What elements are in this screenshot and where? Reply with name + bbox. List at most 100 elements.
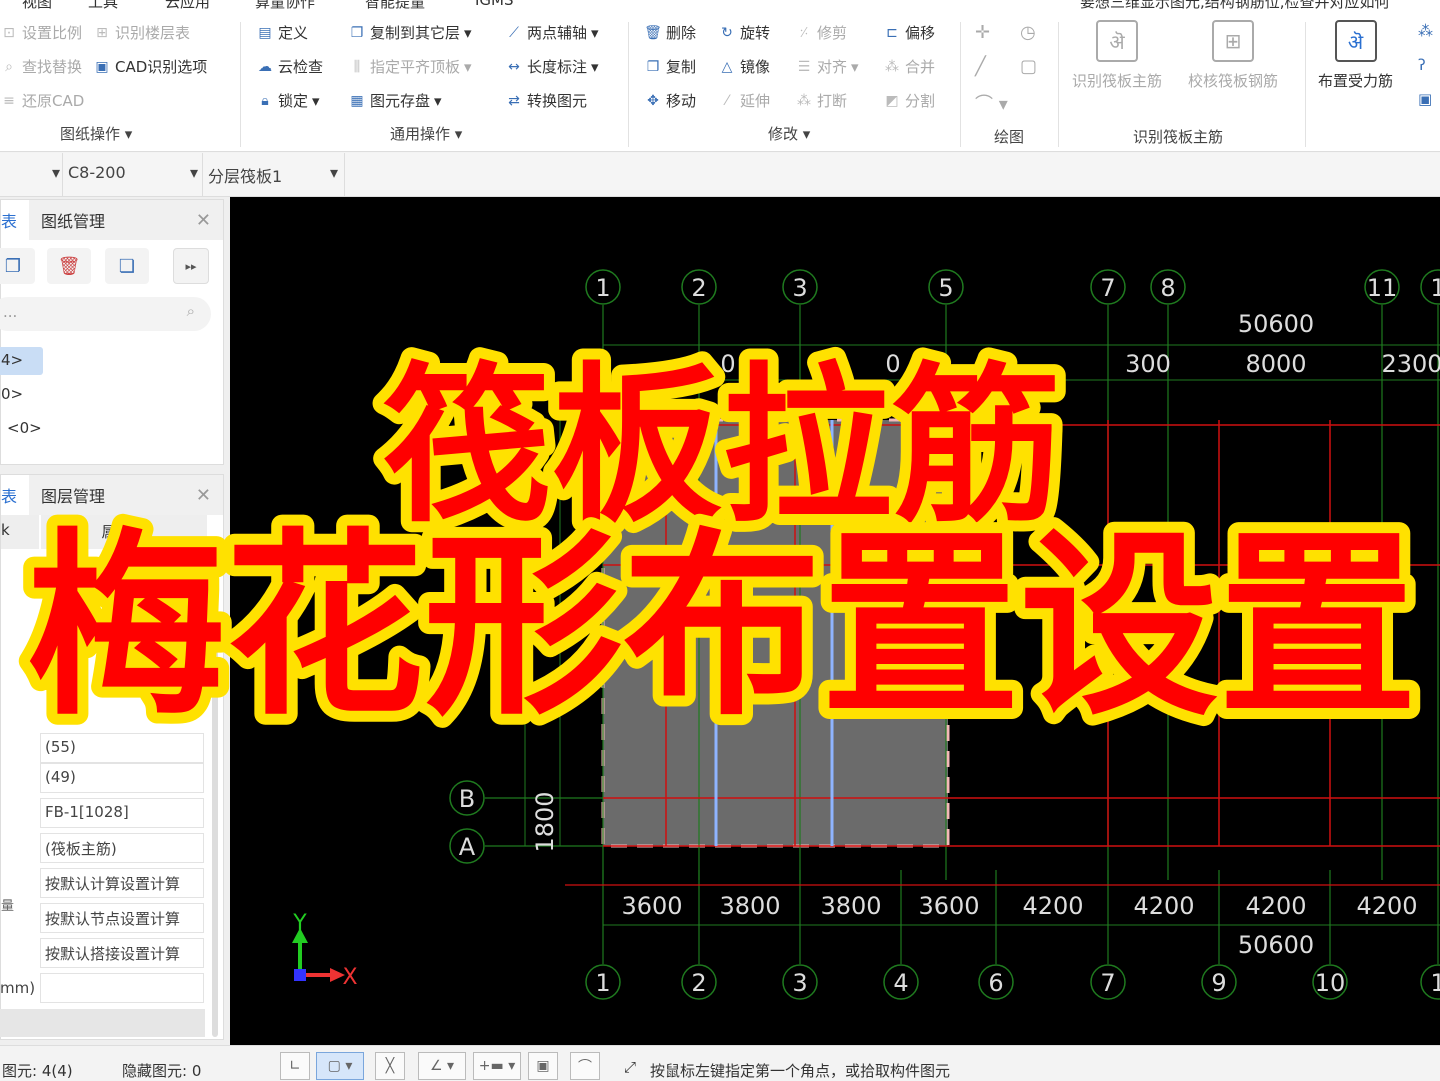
- menu-igms[interactable]: IGMS: [475, 0, 514, 9]
- tab-drawing-manage[interactable]: 图纸管理 ✕: [29, 200, 223, 240]
- axis-label: A: [459, 833, 476, 861]
- offset-snap-button[interactable]: +▬ ▾: [473, 1052, 521, 1080]
- break-icon: ⁂: [797, 92, 811, 109]
- close-icon[interactable]: ✕: [196, 210, 211, 231]
- menu-view[interactable]: 视图: [22, 0, 52, 12]
- prop-value[interactable]: 按默认节点设置计算: [40, 903, 204, 933]
- length-dim-button[interactable]: ↔ 长度标注 ▾: [505, 56, 598, 77]
- define-button[interactable]: ▤ 定义: [256, 22, 308, 43]
- check-rebar-button[interactable]: ⊞ 校核筏板钢筋: [1188, 20, 1278, 91]
- break-button[interactable]: ⁂ 打断: [795, 90, 847, 111]
- arc-icon: ⌒ ▾: [975, 94, 1008, 115]
- delete-button[interactable]: 🗑︎ 删除: [644, 22, 696, 43]
- menu-tools[interactable]: 工具: [88, 0, 118, 12]
- trim-button[interactable]: ⸓ 修剪: [795, 22, 847, 43]
- rect-tool[interactable]: ▢: [1020, 56, 1037, 77]
- ortho-button[interactable]: ∟: [280, 1052, 310, 1080]
- prop-value[interactable]: (筏板主筋): [40, 833, 204, 863]
- display-button[interactable]: ▣: [528, 1052, 558, 1080]
- label: 对齐: [817, 58, 848, 76]
- tab-layer-manage[interactable]: 图层管理 ✕: [29, 475, 223, 515]
- more-tool-1[interactable]: ⁂: [1418, 22, 1433, 40]
- group-general-ops[interactable]: 通用操作 ▾: [390, 123, 462, 144]
- copy-to-layer-button[interactable]: ❐ 复制到其它层 ▾: [348, 22, 472, 43]
- line-tool[interactable]: ╱: [975, 56, 986, 77]
- split-button[interactable]: ◩ 分割: [883, 90, 935, 111]
- snap-button[interactable]: ▢ ▾: [316, 1052, 364, 1080]
- group-modify[interactable]: 修改 ▾: [768, 123, 810, 144]
- axis-label: 1: [595, 969, 610, 997]
- label: 识别楼层表: [115, 24, 191, 42]
- more-tool-2[interactable]: ʔ: [1418, 56, 1426, 74]
- mirror-button[interactable]: △ 镜像: [718, 56, 770, 77]
- tree-item[interactable]: <0>: [7, 419, 42, 437]
- more-tool-3[interactable]: ▣: [1418, 90, 1432, 108]
- scrollbar[interactable]: [212, 577, 218, 1037]
- axis-label: 6: [988, 969, 1003, 997]
- convert-element-button[interactable]: ⇄ 转换图元: [505, 90, 587, 111]
- search-input[interactable]: ... ⌕: [0, 297, 211, 331]
- tab-component-list[interactable]: 表: [1, 200, 29, 240]
- save-element-button[interactable]: ▦ 图元存盘 ▾: [348, 90, 441, 111]
- status-bar: 图元: 4(4) 隐藏图元: 0 ∟ ▢ ▾ ╳ ∠ ▾ +▬ ▾ ▣ ⌒ ⤢ …: [0, 1045, 1440, 1080]
- tree-item-selected[interactable]: 4>: [0, 347, 43, 375]
- tab-property-list[interactable]: 表: [1, 475, 29, 515]
- left-panel: 表 图纸管理 ✕ ❐ 🗑︎ ❏ ▸▸ ... ⌕ 4> 0> <0> 表 图层管理…: [0, 197, 230, 1045]
- divider: [202, 153, 203, 197]
- divider: [1305, 22, 1306, 147]
- close-icon[interactable]: ✕: [196, 485, 211, 506]
- layers-icon: ❏: [118, 255, 136, 277]
- angle-button[interactable]: ∠ ▾: [418, 1052, 466, 1080]
- divider: [960, 22, 961, 147]
- rotate-button[interactable]: ↻ 旋转: [718, 22, 770, 43]
- lock-button[interactable]: 🔒︎ 锁定 ▾: [256, 90, 319, 111]
- col-header-value: 属性值: [41, 515, 207, 549]
- point-tool[interactable]: ✛: [975, 22, 990, 43]
- find-replace-button[interactable]: ⌕ 查找替换: [0, 56, 82, 77]
- cad-canvas[interactable]: 1 2 3 5 7 8 11 1 1 2 3 4 6 7 9 10 1 B A 3600 3800 3800 3600 420…: [230, 197, 1440, 1045]
- label: 偏移: [905, 24, 936, 42]
- prop-value[interactable]: 按默认计算设置计算: [40, 868, 204, 898]
- dimension-text: 8000: [1245, 350, 1306, 378]
- drawing[interactable]: 1 2 3 5 7 8 11 11 2 3 4 6 7 9 10 1BA3600 3800 3800 3600 420…: [230, 197, 1440, 1045]
- cad-options-button[interactable]: ▣ CAD识别选项: [93, 56, 207, 77]
- spec-dropdown[interactable]: C8-200 ▾: [68, 163, 198, 182]
- offset-button[interactable]: ⊏ 偏移: [883, 22, 935, 43]
- prop-value[interactable]: FB-1[1028]: [40, 798, 204, 828]
- menu-smart[interactable]: 智能提量: [365, 0, 425, 12]
- more-button[interactable]: ▸▸: [173, 248, 209, 284]
- check-rebar-icon: ⊞: [1212, 20, 1254, 62]
- two-point-axis-button[interactable]: ⟋ 两点辅轴 ▾: [505, 22, 598, 43]
- align-top-button[interactable]: ⫼ 指定平齐顶板 ▾: [348, 56, 472, 77]
- extend-button[interactable]: ⁄ 延伸: [718, 90, 770, 111]
- prop-value[interactable]: [40, 973, 204, 1003]
- prop-value[interactable]: 按默认搭接设置计算: [40, 938, 204, 968]
- tree-item[interactable]: 0>: [1, 385, 23, 403]
- circle-tool[interactable]: ◷: [1020, 22, 1036, 43]
- type-dropdown[interactable]: ▾: [0, 163, 60, 182]
- group-drawing-ops[interactable]: 图纸操作 ▾: [60, 123, 132, 144]
- lock-icon: 🔒︎: [261, 92, 269, 109]
- recognize-main-rebar-button[interactable]: ऄ 识别筏板主筋: [1072, 20, 1162, 91]
- arc-button[interactable]: ⌒: [570, 1052, 600, 1080]
- arc-tool[interactable]: ⌒ ▾: [975, 90, 1008, 116]
- menu-cloud[interactable]: 云应用: [165, 0, 210, 12]
- recognize-floor-table-button[interactable]: ⊞ 识别楼层表: [93, 22, 190, 43]
- restore-cad-button[interactable]: ≡ 还原CAD: [0, 90, 84, 111]
- copy-button[interactable]: ❐: [0, 248, 35, 284]
- prop-value[interactable]: (55): [40, 733, 204, 763]
- align-button[interactable]: ☰ 对齐 ▾: [795, 56, 859, 77]
- cross-button[interactable]: ╳: [375, 1052, 405, 1080]
- layer-copy-button[interactable]: ❏: [105, 248, 149, 284]
- set-scale-button[interactable]: ⊡ 设置比例: [0, 22, 82, 43]
- copy-button[interactable]: ❐ 复制: [644, 56, 696, 77]
- place-rebar-button[interactable]: ऄ 布置受力筋: [1318, 20, 1393, 91]
- prop-value[interactable]: (49): [40, 763, 204, 793]
- cloud-check-button[interactable]: ☁ 云检查: [256, 56, 323, 77]
- merge-button[interactable]: ⁂ 合并: [883, 56, 935, 77]
- menu-collab[interactable]: 算量协作: [255, 0, 315, 12]
- delete-button[interactable]: 🗑︎: [47, 248, 91, 284]
- move-button[interactable]: ✥ 移动: [644, 90, 696, 111]
- resize-icon: ⤢: [624, 1058, 637, 1076]
- slab-dropdown[interactable]: 分层筏板1 ▾: [208, 163, 338, 187]
